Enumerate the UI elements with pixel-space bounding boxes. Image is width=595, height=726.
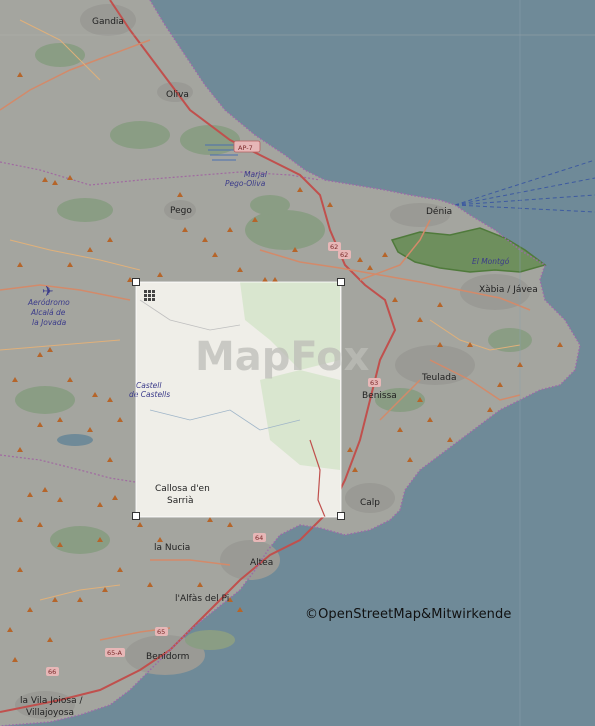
road-shield-62: 62 — [328, 242, 341, 251]
label-denia: Dénia — [426, 206, 452, 217]
svg-text:62: 62 — [340, 251, 348, 259]
label-marjal-2: Pego-Oliva — [225, 179, 266, 188]
label-benidorm: Benidorm — [146, 652, 189, 662]
tile-watermark: MapFox — [195, 334, 370, 380]
label-castell-2: de Castells — [129, 390, 170, 399]
label-lalfas: l'Alfàs del Pi — [175, 594, 229, 604]
svg-text:65: 65 — [157, 628, 165, 636]
road-shield-65: 65 — [155, 627, 168, 636]
svg-text:65-A: 65-A — [107, 649, 122, 657]
resize-handle-bottom-left[interactable] — [132, 512, 140, 520]
svg-text:62: 62 — [330, 243, 338, 251]
svg-text:63: 63 — [370, 379, 378, 387]
map-attribution: ©OpenStreetMap&Mitwirkende — [305, 607, 512, 622]
label-oliva: Oliva — [166, 90, 189, 100]
svg-text:66: 66 — [48, 668, 56, 676]
label-xabia: Xàbia / Jávea — [479, 285, 538, 295]
resize-handle-top-right[interactable] — [337, 278, 345, 286]
airport-icon: ✈ — [42, 284, 54, 300]
label-teulada: Teulada — [421, 373, 456, 383]
road-shield-65a: 65-A — [105, 648, 125, 657]
label-aerodromo-3: la Jovada — [32, 318, 67, 327]
reservoir — [57, 434, 93, 446]
label-callosa-1: Callosa d'en — [155, 484, 210, 494]
label-gandia: Gandia — [92, 17, 124, 27]
label-villajoyosa-2: Villajoyosa — [26, 708, 74, 718]
road-shield-66: 66 — [46, 667, 59, 676]
road-shield-63: 63 — [368, 378, 381, 387]
label-la-nucia: la Nucia — [154, 543, 190, 553]
resize-handle-bottom-right[interactable] — [337, 512, 345, 520]
grid-icon[interactable] — [144, 290, 155, 301]
road-shield-64: 64 — [253, 533, 266, 542]
label-pego: Pego — [170, 206, 192, 216]
label-aerodromo-2: Alcalá de — [30, 308, 66, 317]
map-view[interactable]: MapFox Callosa d'en Sarrià Gandia Oliva … — [0, 0, 595, 726]
label-calp: Calp — [360, 498, 380, 508]
svg-text:64: 64 — [255, 534, 263, 542]
label-benissa: Benissa — [362, 391, 397, 401]
tile-preview[interactable]: MapFox Callosa d'en Sarrià — [136, 282, 370, 518]
label-castell-1: Castell — [136, 381, 162, 390]
label-altea: Altea — [250, 558, 273, 568]
label-villajoyosa-1: la Vila Joiosa / — [20, 696, 83, 706]
svg-text:AP-7: AP-7 — [238, 144, 253, 152]
resize-handle-top-left[interactable] — [132, 278, 140, 286]
label-montgo: El Montgó — [472, 257, 510, 266]
road-shield-62b: 62 — [338, 250, 351, 259]
label-marjal-1: Marjal — [244, 170, 268, 179]
road-shield-ap7: AP-7 — [233, 140, 261, 153]
label-callosa-2: Sarrià — [167, 496, 194, 506]
